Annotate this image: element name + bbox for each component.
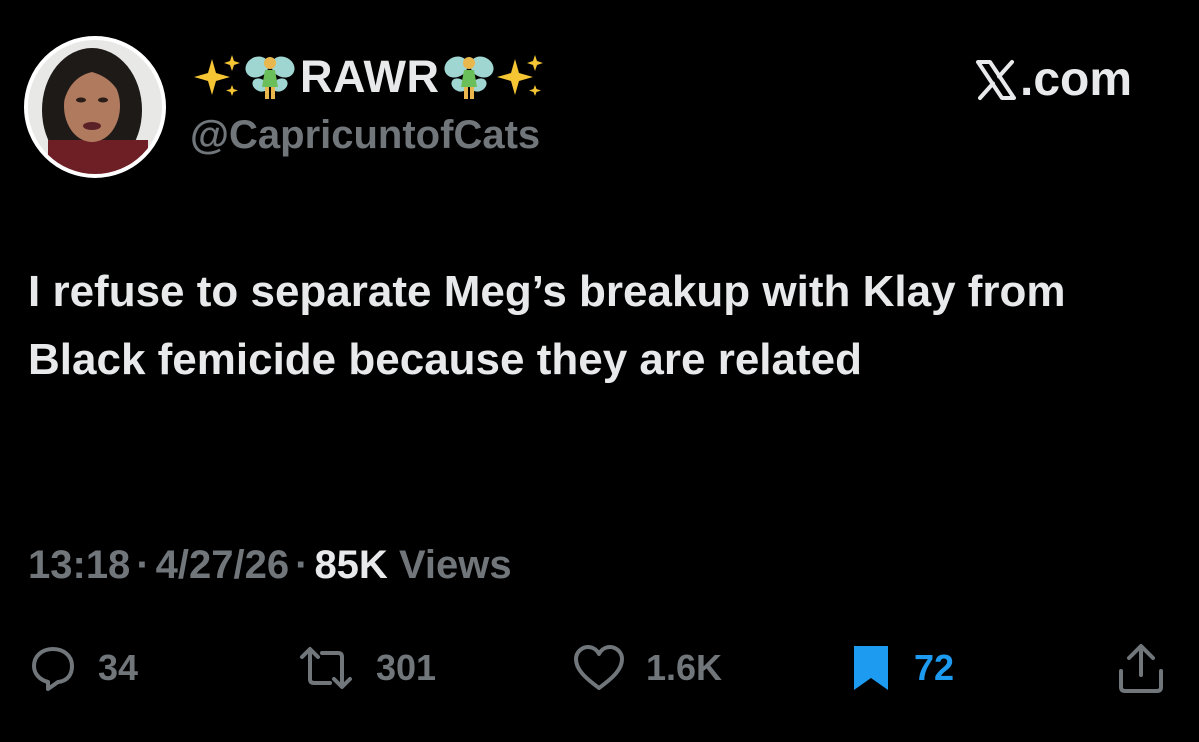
views-count: 85K: [314, 543, 388, 587]
repost-icon: [296, 643, 356, 693]
tweet-text: I refuse to separate Meg’s breakup with …: [28, 267, 1066, 384]
meta-separator: ·: [136, 543, 150, 587]
views-label: Views: [398, 543, 512, 587]
brand-watermark: .com: [974, 52, 1132, 107]
tweet-date[interactable]: 4/27/26: [156, 543, 289, 587]
reply-button[interactable]: 34: [28, 638, 138, 698]
reply-count: 34: [98, 647, 139, 688]
repost-button[interactable]: 301: [296, 638, 436, 698]
like-count: 1.6K: [646, 647, 723, 688]
fairy-icon: [443, 51, 495, 103]
avatar[interactable]: [24, 36, 166, 178]
share-button[interactable]: [1116, 638, 1186, 698]
bookmark-button[interactable]: 72: [848, 638, 954, 698]
display-name-text: RAWR: [300, 51, 440, 102]
like-button[interactable]: 1.6K: [572, 638, 722, 698]
repost-count: 301: [376, 647, 437, 688]
sparkles-icon: [192, 51, 244, 103]
action-bar: 34 301 1.6K 72: [0, 638, 1199, 698]
bookmark-count: 72: [914, 647, 955, 688]
heart-icon: [572, 643, 626, 693]
fairy-icon: [244, 51, 296, 103]
brand-label: .com: [1020, 53, 1133, 106]
share-icon: [1116, 641, 1166, 695]
author-handle[interactable]: @CapricuntofCats: [190, 113, 540, 158]
tweet-time[interactable]: 13:18: [28, 543, 130, 587]
x-logo-icon: [976, 59, 1016, 100]
bookmark-icon: [848, 642, 894, 694]
tweet-meta: 13:18 · 4/27/26 · 85K Views: [28, 543, 512, 588]
sparkles-icon: [495, 51, 547, 103]
meta-separator: ·: [295, 543, 309, 587]
display-name[interactable]: RAWR: [192, 48, 547, 106]
profile-photo-icon: [28, 40, 162, 174]
reply-icon: [28, 643, 78, 693]
